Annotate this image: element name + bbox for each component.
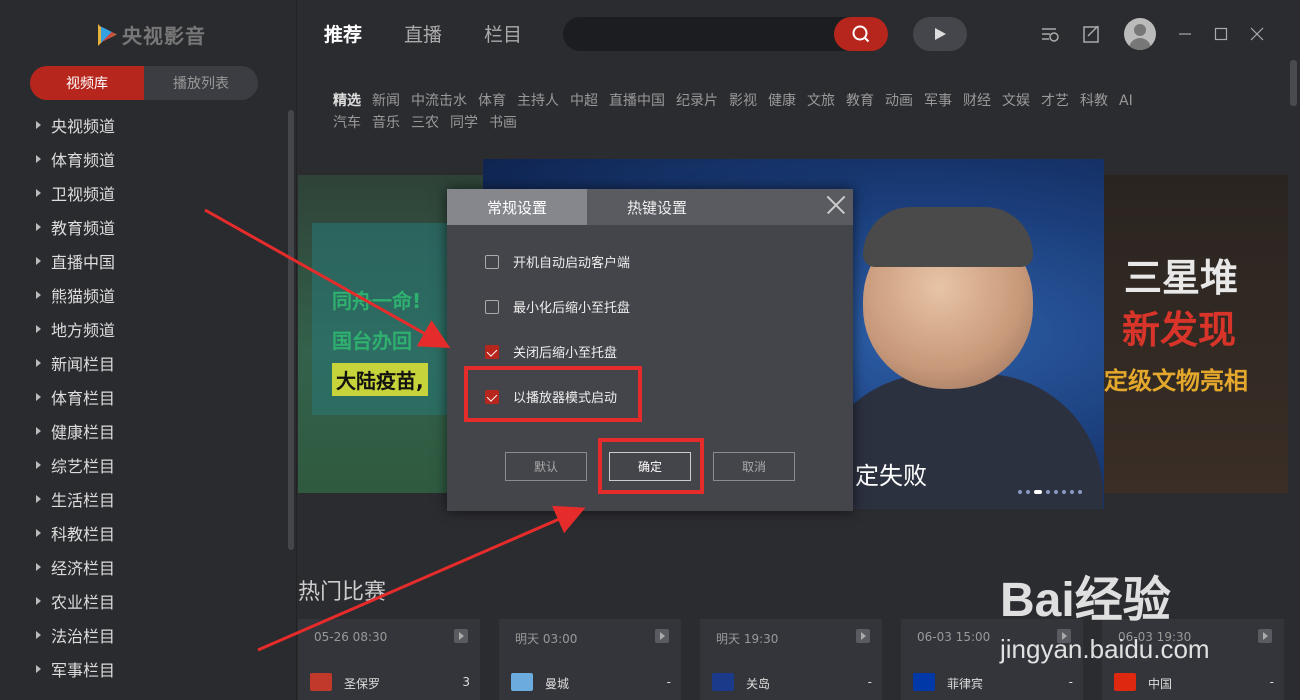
baidu-watermark: Bai经验 jingyan.baidu.com <box>1000 560 1210 664</box>
watermark-url: jingyan.baidu.com <box>1000 634 1210 664</box>
watermark-brand: Bai经验 <box>1000 574 1171 627</box>
arrow-to-ok <box>257 505 586 652</box>
arrow-to-option <box>204 208 451 348</box>
